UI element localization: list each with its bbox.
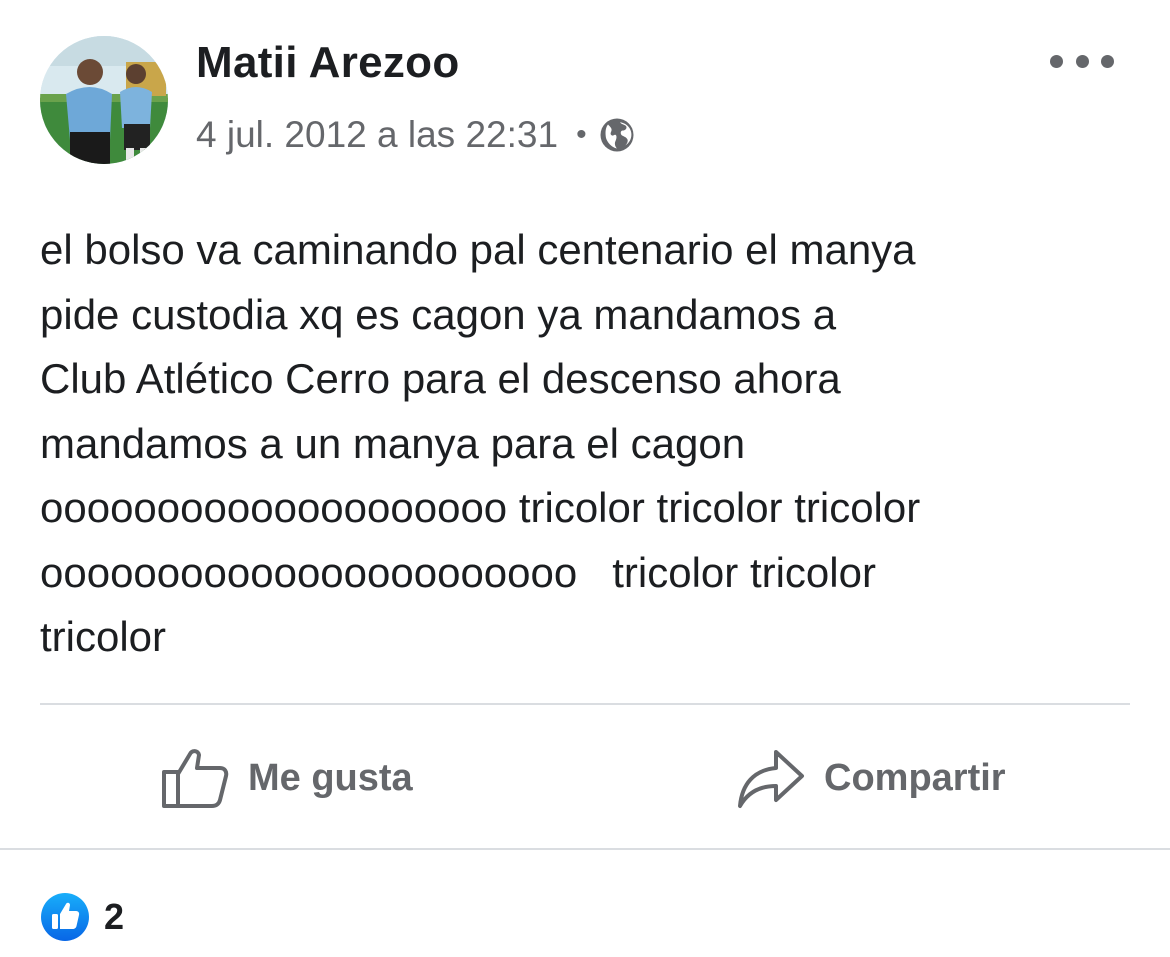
post-header: Matii Arezoo 4 jul. 2012 a las 22:31 • xyxy=(0,0,1170,190)
divider xyxy=(40,703,1130,705)
author-name[interactable]: Matii Arezoo xyxy=(196,38,460,88)
reactions-summary[interactable]: 2 xyxy=(40,892,124,942)
divider xyxy=(0,848,1170,850)
like-label: Me gusta xyxy=(248,756,413,799)
more-options-button[interactable] xyxy=(1050,44,1114,78)
share-label: Compartir xyxy=(824,756,1006,799)
ellipsis-dot-icon xyxy=(1050,54,1063,68)
ellipsis-dot-icon xyxy=(1101,54,1114,68)
post-meta: 4 jul. 2012 a las 22:31 • xyxy=(196,110,635,160)
like-button[interactable]: Me gusta xyxy=(160,740,413,816)
share-button[interactable]: Compartir xyxy=(736,740,1006,816)
meta-separator: • xyxy=(576,118,587,151)
post-timestamp[interactable]: 4 jul. 2012 a las 22:31 xyxy=(196,114,558,156)
avatar[interactable] xyxy=(40,36,168,164)
thumbs-up-outline-icon xyxy=(162,749,229,808)
globe-icon[interactable] xyxy=(599,117,635,153)
post-text: el bolso va caminando pal centenario el … xyxy=(40,226,921,660)
like-reaction-icon xyxy=(41,893,89,941)
share-arrow-icon xyxy=(738,750,804,808)
ellipsis-dot-icon xyxy=(1075,54,1089,68)
reaction-count: 2 xyxy=(104,896,125,937)
avatar-photo xyxy=(40,36,168,164)
